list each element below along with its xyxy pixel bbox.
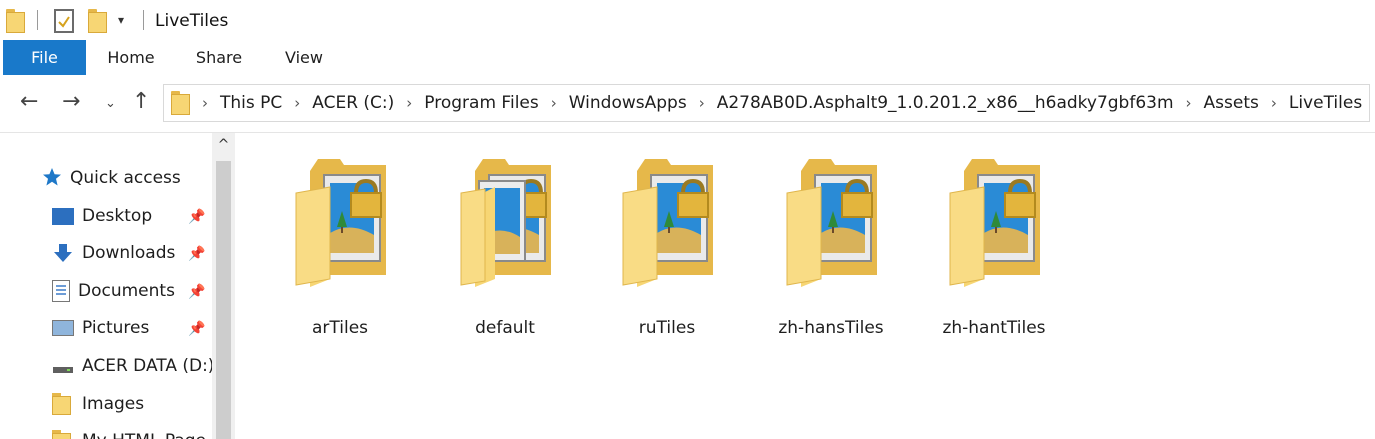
sidebar-item-label: Documents xyxy=(78,281,175,301)
pin-icon[interactable]: 📌 xyxy=(188,284,205,300)
sidebar-item-label: Desktop xyxy=(82,206,153,226)
navigation-bar: ← → ⌄ ↑ › This PC › ACER (C:) › Program … xyxy=(0,80,1375,125)
sidebar-item-label: Pictures xyxy=(82,318,150,338)
pin-icon[interactable]: 📌 xyxy=(188,321,205,337)
folder-item-zh-hanstiles[interactable]: zh-hansTiles xyxy=(761,153,901,338)
sidebar-item-desktop[interactable]: Desktop xyxy=(52,199,152,233)
sidebar-item-downloads[interactable]: Downloads xyxy=(52,236,175,270)
navigation-pane: Quick access Desktop 📌 Downloads 📌 Docum… xyxy=(0,133,235,439)
sidebar-item-documents[interactable]: Documents xyxy=(52,274,175,308)
folder-item-artiles[interactable]: arTiles xyxy=(270,153,410,338)
folder-icon xyxy=(6,9,25,33)
drive-icon xyxy=(52,355,74,377)
sidebar-item-my-html-page[interactable]: My HTML Page xyxy=(52,424,206,439)
folder-icon xyxy=(52,393,74,415)
sidebar-item-images[interactable]: Images xyxy=(52,387,144,421)
sidebar-item-label: Quick access xyxy=(70,168,181,188)
tab-share[interactable]: Share xyxy=(183,40,255,75)
sidebar-item-label: My HTML Page xyxy=(82,431,206,439)
breadcrumb-windowsapps[interactable]: WindowsApps xyxy=(565,93,691,113)
chevron-right-icon[interactable]: › xyxy=(1366,94,1375,112)
chevron-right-icon[interactable]: › xyxy=(691,94,713,112)
desktop-icon xyxy=(52,207,74,225)
sidebar-item-label: Downloads xyxy=(82,243,176,263)
locked-picture-folder-icon xyxy=(622,159,713,287)
pin-icon[interactable]: 📌 xyxy=(188,209,205,225)
chevron-right-icon[interactable]: › xyxy=(194,94,216,112)
folder-name: default xyxy=(475,318,535,338)
up-arrow-icon[interactable]: ↑ xyxy=(132,88,150,116)
title-bar: ▾ LiveTiles xyxy=(0,0,1375,40)
locked-picture-folder-icon xyxy=(460,159,551,287)
chevron-right-icon[interactable]: › xyxy=(286,94,308,112)
folder-name: ruTiles xyxy=(638,318,696,338)
sidebar-item-pictures[interactable]: Pictures xyxy=(52,311,149,345)
breadcrumb: › This PC › ACER (C:) › Program Files › … xyxy=(194,85,1375,121)
pin-icon[interactable]: 📌 xyxy=(188,246,205,262)
tab-home[interactable]: Home xyxy=(95,40,167,75)
folder-name: arTiles xyxy=(311,318,369,338)
folder-name: zh-hantTiles xyxy=(942,318,1046,338)
breadcrumb-livetiles[interactable]: LiveTiles xyxy=(1285,93,1366,113)
scrollbar-thumb[interactable] xyxy=(216,161,231,439)
folder-icon xyxy=(171,91,190,115)
locked-picture-folder-icon xyxy=(295,159,386,287)
ribbon-tabs: File Home Share View xyxy=(0,40,1375,75)
tab-file[interactable]: File xyxy=(3,40,86,75)
breadcrumb-this-pc[interactable]: This PC xyxy=(216,93,286,113)
chevron-right-icon[interactable]: › xyxy=(1178,94,1200,112)
sidebar-item-acer-data[interactable]: ACER DATA (D:) xyxy=(52,349,214,383)
breadcrumb-assets[interactable]: Assets xyxy=(1200,93,1263,113)
star-icon xyxy=(42,167,62,189)
sidebar-item-label: Images xyxy=(82,394,145,414)
locked-picture-folder-icon xyxy=(786,159,877,287)
tab-view[interactable]: View xyxy=(270,40,338,75)
breadcrumb-app-package[interactable]: A278AB0D.Asphalt9_1.0.201.2_x86__h6adky7… xyxy=(713,93,1178,113)
scroll-up-icon[interactable]: ^ xyxy=(212,137,235,153)
chevron-right-icon[interactable]: › xyxy=(398,94,420,112)
file-list: arTiles default ruTiles zh-hansTiles zh-… xyxy=(245,133,1375,439)
documents-icon xyxy=(52,280,70,302)
folder-item-default[interactable]: default xyxy=(435,153,575,338)
folder-item-zh-hanttiles[interactable]: zh-hantTiles xyxy=(924,153,1064,338)
breadcrumb-program-files[interactable]: Program Files xyxy=(420,93,542,113)
recent-locations-chevron-icon[interactable]: ⌄ xyxy=(105,90,116,118)
back-arrow-icon[interactable]: ← xyxy=(20,88,38,116)
folder-name: zh-hansTiles xyxy=(778,318,884,338)
forward-arrow-icon[interactable]: → xyxy=(62,88,80,116)
properties-icon[interactable] xyxy=(54,9,74,33)
pictures-icon xyxy=(52,320,74,336)
toolbar-separator xyxy=(143,10,144,30)
new-folder-icon[interactable] xyxy=(88,9,107,33)
locked-picture-folder-icon xyxy=(949,159,1040,287)
folder-item-rutiles[interactable]: ruTiles xyxy=(597,153,737,338)
window-title: LiveTiles xyxy=(155,11,229,31)
sidebar-item-quick-access[interactable]: Quick access xyxy=(42,161,181,195)
download-arrow-icon xyxy=(52,242,74,264)
sidebar-item-label: ACER DATA (D:) xyxy=(82,356,215,376)
breadcrumb-acer-c[interactable]: ACER (C:) xyxy=(308,93,398,113)
chevron-right-icon[interactable]: › xyxy=(1263,94,1285,112)
folder-icon xyxy=(52,430,74,439)
customize-toolbar-icon[interactable]: ▾ xyxy=(118,13,124,27)
sidebar-scrollbar[interactable]: ^ xyxy=(212,133,235,439)
toolbar-separator xyxy=(37,10,38,30)
address-bar[interactable]: › This PC › ACER (C:) › Program Files › … xyxy=(163,84,1375,122)
chevron-right-icon[interactable]: › xyxy=(543,94,565,112)
